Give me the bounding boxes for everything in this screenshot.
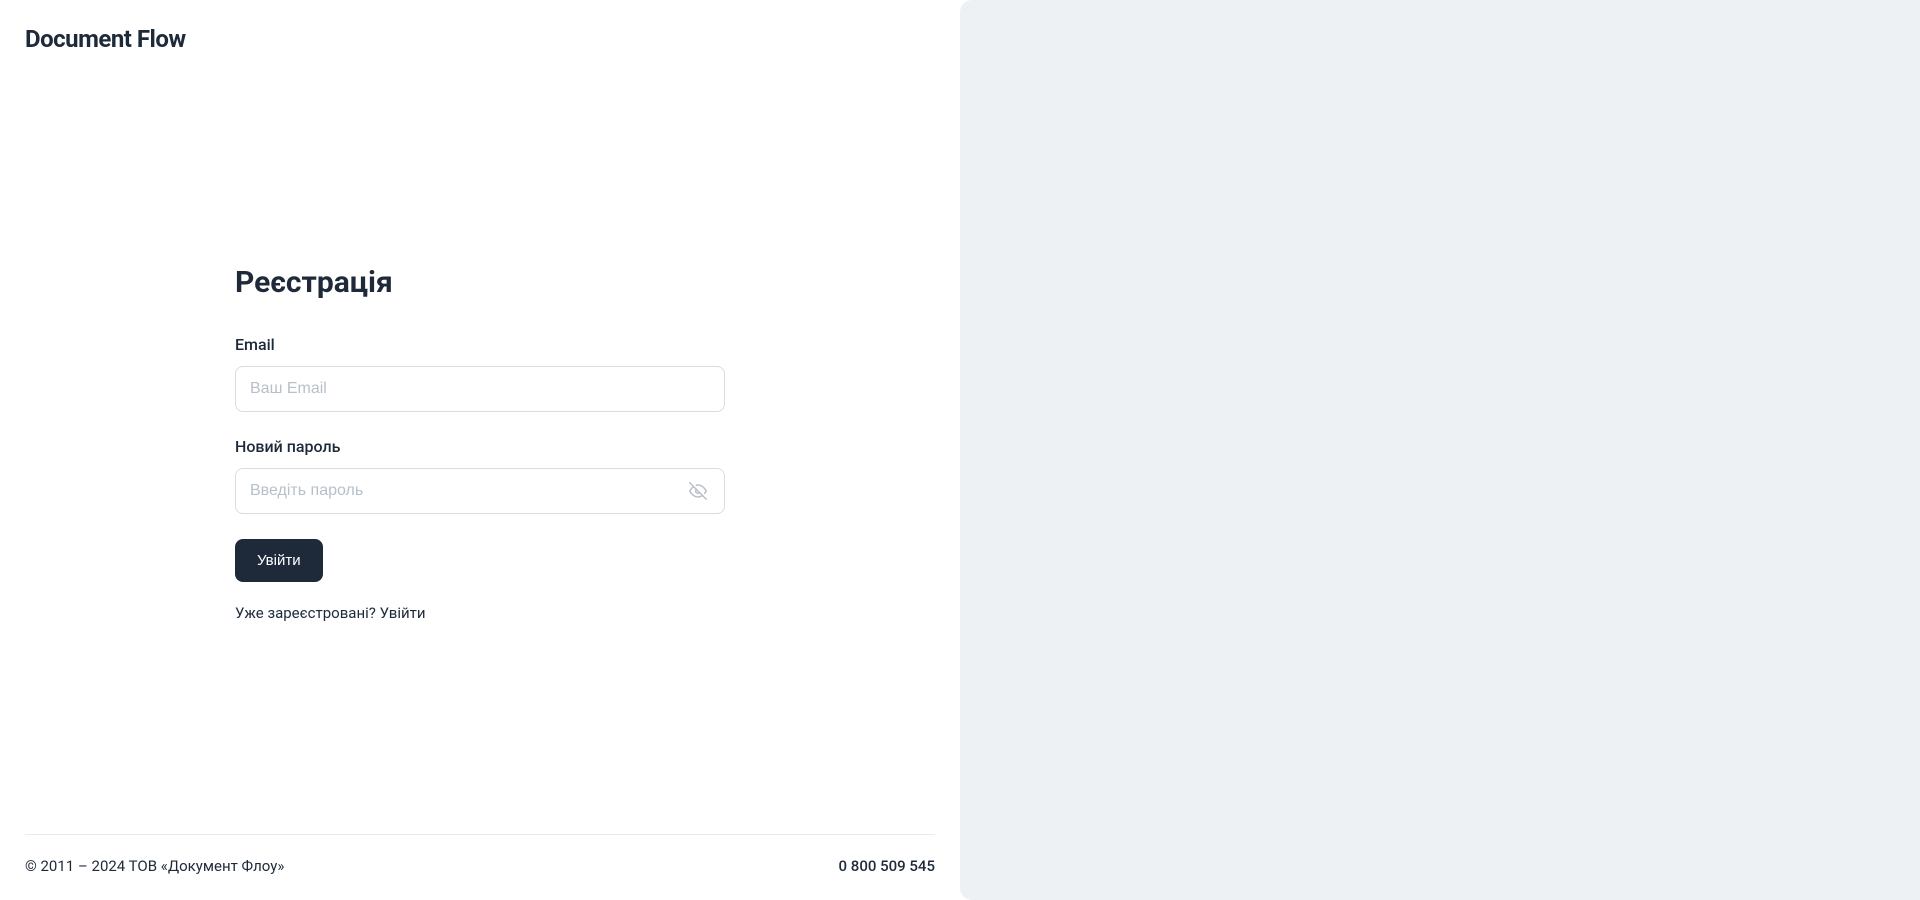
- login-prompt: Уже зареєстровані? Увійти: [235, 604, 725, 622]
- password-field[interactable]: [235, 468, 725, 514]
- submit-button[interactable]: Увійти: [235, 539, 323, 582]
- form-title: Реєстрація: [235, 265, 725, 300]
- registration-form-container: Реєстрація Email Новий пароль: [25, 53, 935, 834]
- app-logo: Document Flow: [25, 25, 935, 53]
- footer: © 2011 – 2024 ТОВ «Документ Флоу» 0 800 …: [25, 834, 935, 875]
- email-field[interactable]: [235, 366, 725, 412]
- password-visibility-toggle[interactable]: [685, 478, 711, 504]
- right-decorative-panel: [960, 0, 1920, 900]
- login-link[interactable]: Увійти: [380, 604, 426, 622]
- copyright-text: © 2011 – 2024 ТОВ «Документ Флоу»: [25, 857, 284, 875]
- password-label: Новий пароль: [235, 437, 725, 456]
- phone-number: 0 800 509 545: [839, 857, 935, 875]
- email-label: Email: [235, 335, 725, 354]
- eye-off-icon: [689, 482, 707, 500]
- login-prompt-text: Уже зареєстровані?: [235, 604, 380, 622]
